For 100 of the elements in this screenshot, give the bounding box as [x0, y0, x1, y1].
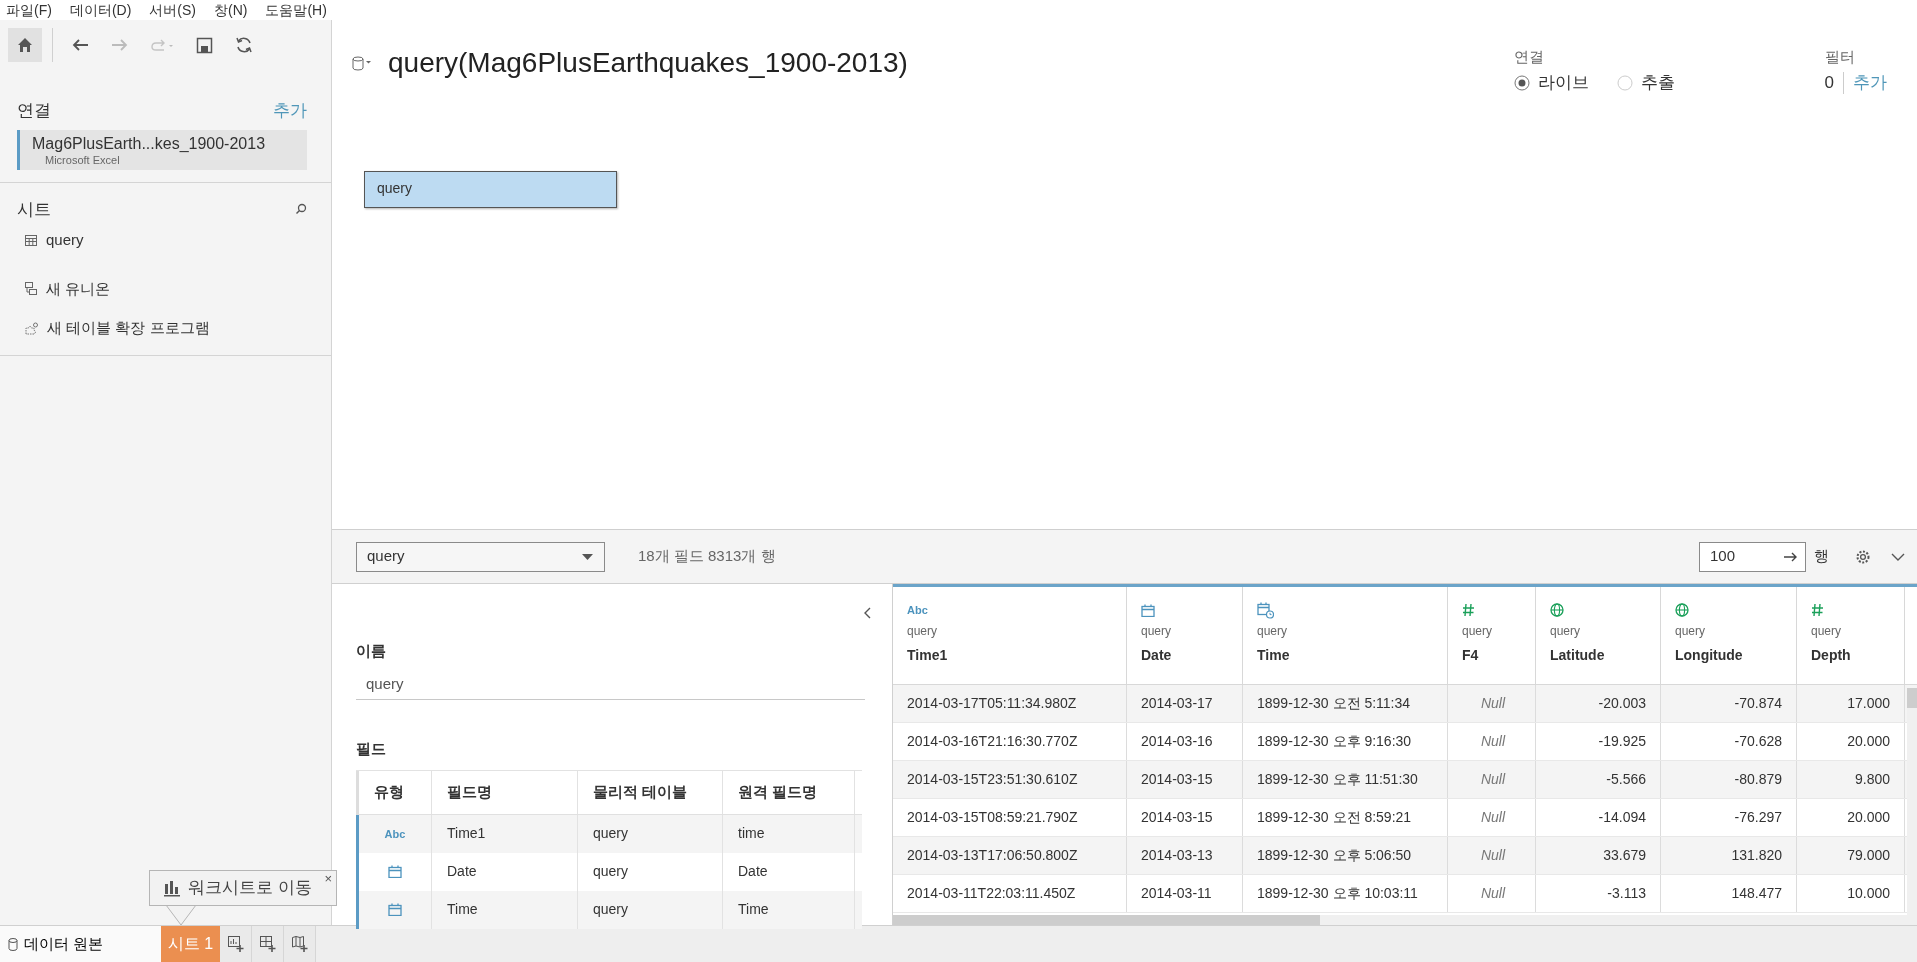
refresh-icon	[235, 36, 253, 54]
column-header[interactable]: query Longitude	[1661, 587, 1797, 684]
new-story-button[interactable]	[284, 926, 316, 962]
table-cell: 2014-03-15	[1127, 799, 1243, 836]
close-button[interactable]: ×	[324, 872, 332, 885]
table-cell: Time	[723, 890, 855, 929]
column-source: query	[1550, 623, 1582, 639]
table-cell: 20.000	[1797, 799, 1905, 836]
connection-name: Mag6PlusEarth...kes_1900-2013	[32, 133, 267, 154]
table-cell: 2014-03-16T21:16:30.770Z	[893, 723, 1127, 760]
chart-plus-icon	[227, 935, 244, 953]
table-cell: Null	[1448, 761, 1536, 798]
column-header: 원격 필드명	[723, 770, 855, 814]
column-header[interactable]: query Latitude	[1536, 587, 1661, 684]
table-cell: Time1	[432, 814, 578, 853]
menu-item[interactable]: 파일(F)	[6, 0, 52, 20]
table-cell: 1899-12-30 오전 5:11:34	[1243, 685, 1448, 722]
column-header[interactable]: query F4	[1448, 587, 1536, 684]
menu-item[interactable]: 도움말(H)	[265, 0, 327, 20]
table-cell: -80.879	[1661, 761, 1797, 798]
table-cell: Date	[432, 852, 578, 891]
search-icon[interactable]	[295, 203, 307, 216]
calendar-icon	[388, 903, 402, 916]
table-cell: query	[578, 852, 723, 891]
table-cell: 2014-03-17T05:11:34.980Z	[893, 685, 1127, 722]
home-icon	[16, 36, 34, 54]
column-source: query	[1257, 623, 1289, 639]
column-header: 물리적 테이블	[578, 770, 723, 814]
globe-icon	[1675, 603, 1689, 617]
database-icon	[8, 937, 18, 951]
fields-label: 필드	[356, 739, 387, 759]
table-select[interactable]: query	[356, 541, 605, 572]
table-cell: 1899-12-30 오후 9:16:30	[1243, 723, 1448, 760]
data-source-tab[interactable]: 데이터 원본	[0, 926, 161, 962]
table-cell: 2014-03-13	[1127, 837, 1243, 874]
puzzle-icon	[25, 321, 38, 335]
table-cell: Time	[432, 890, 578, 929]
table-cell: 2014-03-16	[1127, 723, 1243, 760]
home-button[interactable]	[8, 28, 42, 62]
menu-item[interactable]: 서버(S)	[149, 0, 196, 20]
radio-option[interactable]: 라이브	[1513, 70, 1589, 96]
table-cell: 2014-03-15T08:59:21.790Z	[893, 799, 1127, 836]
table-cell: -70.628	[1661, 723, 1797, 760]
calendar-icon	[388, 865, 402, 878]
column-name: Latitude	[1550, 646, 1606, 665]
table-cell: 1899-12-30 오후 11:51:30	[1243, 761, 1448, 798]
table-cell: -5.566	[1536, 761, 1661, 798]
connection-item[interactable]: Mag6PlusEarth...kes_1900-2013 Microsoft Excel	[17, 129, 307, 170]
table-cell: 1899-12-30 오전 8:59:21	[1243, 799, 1448, 836]
table-cell: 10.000	[1797, 875, 1905, 912]
column-header[interactable]: Abc query Time1	[893, 587, 1127, 684]
arrow-right-icon[interactable]	[1783, 550, 1797, 563]
table-cell: 9.800	[1797, 761, 1905, 798]
column-header[interactable]: query Date	[1127, 587, 1243, 684]
table-cell: 2014-03-17	[1127, 685, 1243, 722]
table-cell: -19.925	[1536, 723, 1661, 760]
table-cell: 1899-12-30 오후 5:06:50	[1243, 837, 1448, 874]
text-type-icon: Abc	[384, 827, 406, 840]
table-cell: -20.003	[1536, 685, 1661, 722]
action-link[interactable]: 새 테이블 확장 프로그램	[47, 317, 210, 340]
table-cell: Null	[1448, 875, 1536, 912]
settings-icon[interactable]	[1855, 548, 1871, 565]
table-cell: Null	[1448, 837, 1536, 874]
column-header: 필드명	[432, 770, 578, 814]
column-name: F4	[1462, 646, 1480, 665]
scrollbar-thumb[interactable]	[893, 915, 1320, 925]
table-cell: query	[578, 814, 723, 853]
table-cell: 2014-03-15T23:51:30.610Z	[893, 761, 1127, 798]
table-cell: 148.477	[1661, 875, 1797, 912]
column-header[interactable]: query Depth	[1797, 587, 1905, 684]
column-name: Date	[1141, 646, 1173, 665]
row-unit-label: 행	[1814, 546, 1829, 567]
menu-item[interactable]: 창(N)	[214, 0, 248, 20]
chevron-down-icon[interactable]	[1891, 552, 1905, 561]
new-dashboard-button[interactable]	[252, 926, 284, 962]
table-node[interactable]: query	[364, 171, 617, 208]
table-icon	[25, 234, 37, 246]
new-worksheet-button[interactable]	[220, 926, 252, 962]
table-cell: 2014-03-11T22:03:11.450Z	[893, 875, 1127, 912]
action-link[interactable]: 새 유니온	[46, 277, 111, 300]
scrollbar-thumb[interactable]	[1907, 688, 1917, 708]
table-cell: -76.297	[1661, 799, 1797, 836]
column-name: Time	[1257, 646, 1291, 665]
filter-count: 0	[1824, 72, 1834, 94]
menu-item[interactable]: 데이터(D)	[69, 0, 132, 20]
data-source-title: query(Mag6PlusEarthquakes_1900-2013)	[388, 46, 908, 80]
filter-label: 필터	[1824, 48, 1856, 66]
column-name: Longitude	[1675, 646, 1744, 665]
text-type-icon: Abc	[907, 604, 928, 616]
column-source: query	[1811, 623, 1843, 639]
sheet-item[interactable]: query	[46, 229, 84, 252]
data-source-icon[interactable]	[352, 56, 372, 72]
table-cell: -3.113	[1536, 875, 1661, 912]
table-cell: 2014-03-11	[1127, 875, 1243, 912]
row-limit-field[interactable]: 100	[1699, 541, 1806, 572]
table-cell: 33.679	[1536, 837, 1661, 874]
column-header[interactable]: query Time	[1243, 587, 1448, 684]
table-cell: 2014-03-15	[1127, 761, 1243, 798]
table-cell: -14.094	[1536, 799, 1661, 836]
radio-option[interactable]: 추출	[1616, 70, 1675, 96]
